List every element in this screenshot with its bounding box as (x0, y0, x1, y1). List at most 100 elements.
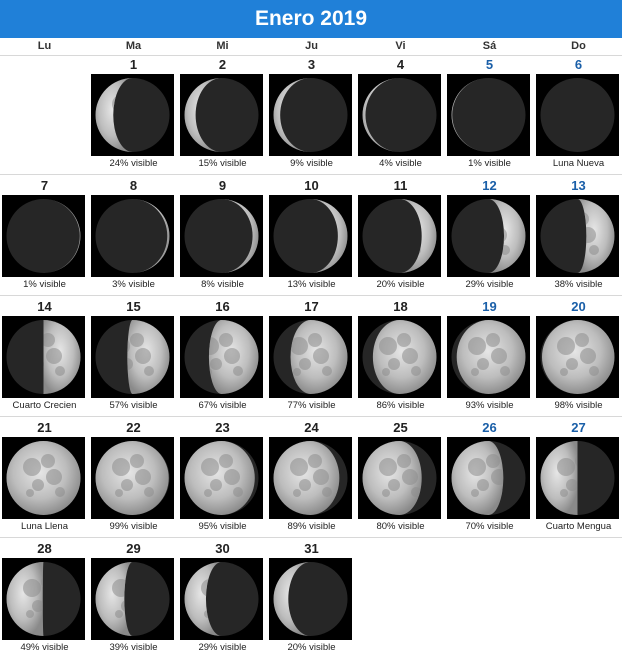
moon-phase-icon (180, 558, 263, 640)
day-cell[interactable]: 16 67% visible (178, 297, 267, 418)
day-number: 19 (482, 299, 497, 314)
day-cell[interactable]: 20 98% visible (534, 297, 622, 418)
day-cell[interactable]: 15 57% visible (89, 297, 178, 418)
moon-phase-icon (269, 74, 352, 156)
moon-phase-icon (536, 316, 619, 398)
moon-phase-icon (2, 316, 85, 398)
moon-phase-icon (91, 316, 174, 398)
day-cell[interactable]: 19 93% visible (445, 297, 534, 418)
day-number: 18 (393, 299, 408, 314)
day-number: 20 (571, 299, 586, 314)
calendar-header: Enero 2019 (0, 0, 622, 38)
moon-phase-icon (269, 316, 352, 398)
day-cell[interactable]: 25 80% visible (356, 418, 445, 539)
day-cell[interactable]: 11 20% visible (356, 176, 445, 297)
day-cell[interactable]: 8 3% visible (89, 176, 178, 297)
day-cell[interactable]: 22 99% visible (89, 418, 178, 539)
day-number: 25 (393, 420, 408, 435)
visibility-caption: 20% visible (376, 279, 425, 290)
moon-phase-icon (180, 316, 263, 398)
day-cell[interactable]: 29 39% visible (89, 539, 178, 660)
day-cell[interactable]: 21 Luna Llena (0, 418, 89, 539)
day-number: 6 (574, 57, 583, 72)
day-cell[interactable]: 24 89% visible (267, 418, 356, 539)
moon-phase-icon (91, 74, 174, 156)
visibility-caption: 29% visible (198, 642, 247, 653)
moon-phase-icon (2, 558, 85, 640)
weekday-ju: Ju (305, 40, 318, 52)
moon-phase-icon (269, 437, 352, 519)
moon-phase-icon (269, 558, 352, 640)
visibility-caption: 13% visible (287, 279, 336, 290)
day-cell[interactable]: 23 95% visible (178, 418, 267, 539)
moon-phase-icon (2, 195, 85, 277)
moon-phase-icon (91, 558, 174, 640)
day-number: 22 (126, 420, 141, 435)
visibility-caption: 77% visible (287, 400, 336, 411)
moon-phase-icon (180, 195, 263, 277)
day-number: 1 (129, 57, 138, 72)
visibility-caption: 1% visible (23, 279, 66, 290)
day-number: 14 (37, 299, 52, 314)
day-cell[interactable]: 2 15% visible (178, 55, 267, 176)
day-number: 23 (215, 420, 230, 435)
day-cell[interactable]: 17 77% visible (267, 297, 356, 418)
day-number: 9 (218, 178, 227, 193)
day-cell[interactable]: 6 Luna Nueva (534, 55, 622, 176)
visibility-caption: 70% visible (465, 521, 514, 532)
moon-phase-icon (447, 195, 530, 277)
visibility-caption: Luna Nueva (552, 158, 605, 169)
moon-phase-icon (2, 437, 85, 519)
weekday-header-row: Lu Ma Mi Ju Vi Sá Do (0, 38, 622, 56)
moon-lit-side (540, 441, 578, 515)
day-cell[interactable]: 3 9% visible (267, 55, 356, 176)
visibility-caption: 99% visible (109, 521, 158, 532)
day-cell[interactable]: 30 29% visible (178, 539, 267, 660)
moon-lit-side (184, 441, 255, 515)
visibility-caption: Cuarto Mengua (545, 521, 612, 532)
day-number: 7 (40, 178, 49, 193)
day-cell[interactable]: 12 29% visible (445, 176, 534, 297)
day-cell[interactable]: 18 86% visible (356, 297, 445, 418)
day-number: 30 (215, 541, 230, 556)
day-number: 28 (37, 541, 52, 556)
day-cell[interactable]: 5 1% visible (445, 55, 534, 176)
day-cell[interactable]: 1 24% visible (89, 55, 178, 176)
day-cell[interactable]: 27 Cuarto Mengua (534, 418, 622, 539)
moon-lit-side (6, 562, 44, 636)
day-cell[interactable]: 7 1% visible (0, 176, 89, 297)
day-cell[interactable]: 13 38% visible (534, 176, 622, 297)
day-cell[interactable]: 26 70% visible (445, 418, 534, 539)
weekday-sa: Sá (482, 40, 497, 52)
day-number: 12 (482, 178, 497, 193)
day-number: 11 (393, 178, 408, 193)
day-cell[interactable]: 31 20% visible (267, 539, 356, 660)
visibility-caption: 57% visible (109, 400, 158, 411)
visibility-caption: 1% visible (468, 158, 511, 169)
day-number: 4 (396, 57, 405, 72)
day-cell[interactable]: 4 4% visible (356, 55, 445, 176)
row-divider (0, 537, 622, 538)
day-cell[interactable]: 28 49% visible (0, 539, 89, 660)
visibility-caption: 93% visible (465, 400, 514, 411)
visibility-caption: 3% visible (112, 279, 155, 290)
day-cell[interactable]: 14 Cuarto Crecien (0, 297, 89, 418)
visibility-caption: 80% visible (376, 521, 425, 532)
day-number: 15 (126, 299, 141, 314)
visibility-caption: 9% visible (290, 158, 333, 169)
moon-phase-icon (358, 316, 441, 398)
moon-phase-icon (447, 316, 530, 398)
visibility-caption: 49% visible (20, 642, 69, 653)
day-number: 13 (571, 178, 586, 193)
day-number: 21 (37, 420, 52, 435)
weekday-ma: Ma (125, 40, 142, 52)
visibility-caption: 4% visible (379, 158, 422, 169)
day-cell[interactable]: 9 8% visible (178, 176, 267, 297)
day-number: 8 (129, 178, 138, 193)
day-cell[interactable]: 10 13% visible (267, 176, 356, 297)
moon-lit-side (273, 441, 340, 515)
month-title: Enero 2019 (254, 7, 368, 30)
day-number: 10 (304, 178, 319, 193)
moon-lit-side (6, 441, 81, 515)
weekday-do: Do (571, 40, 586, 52)
